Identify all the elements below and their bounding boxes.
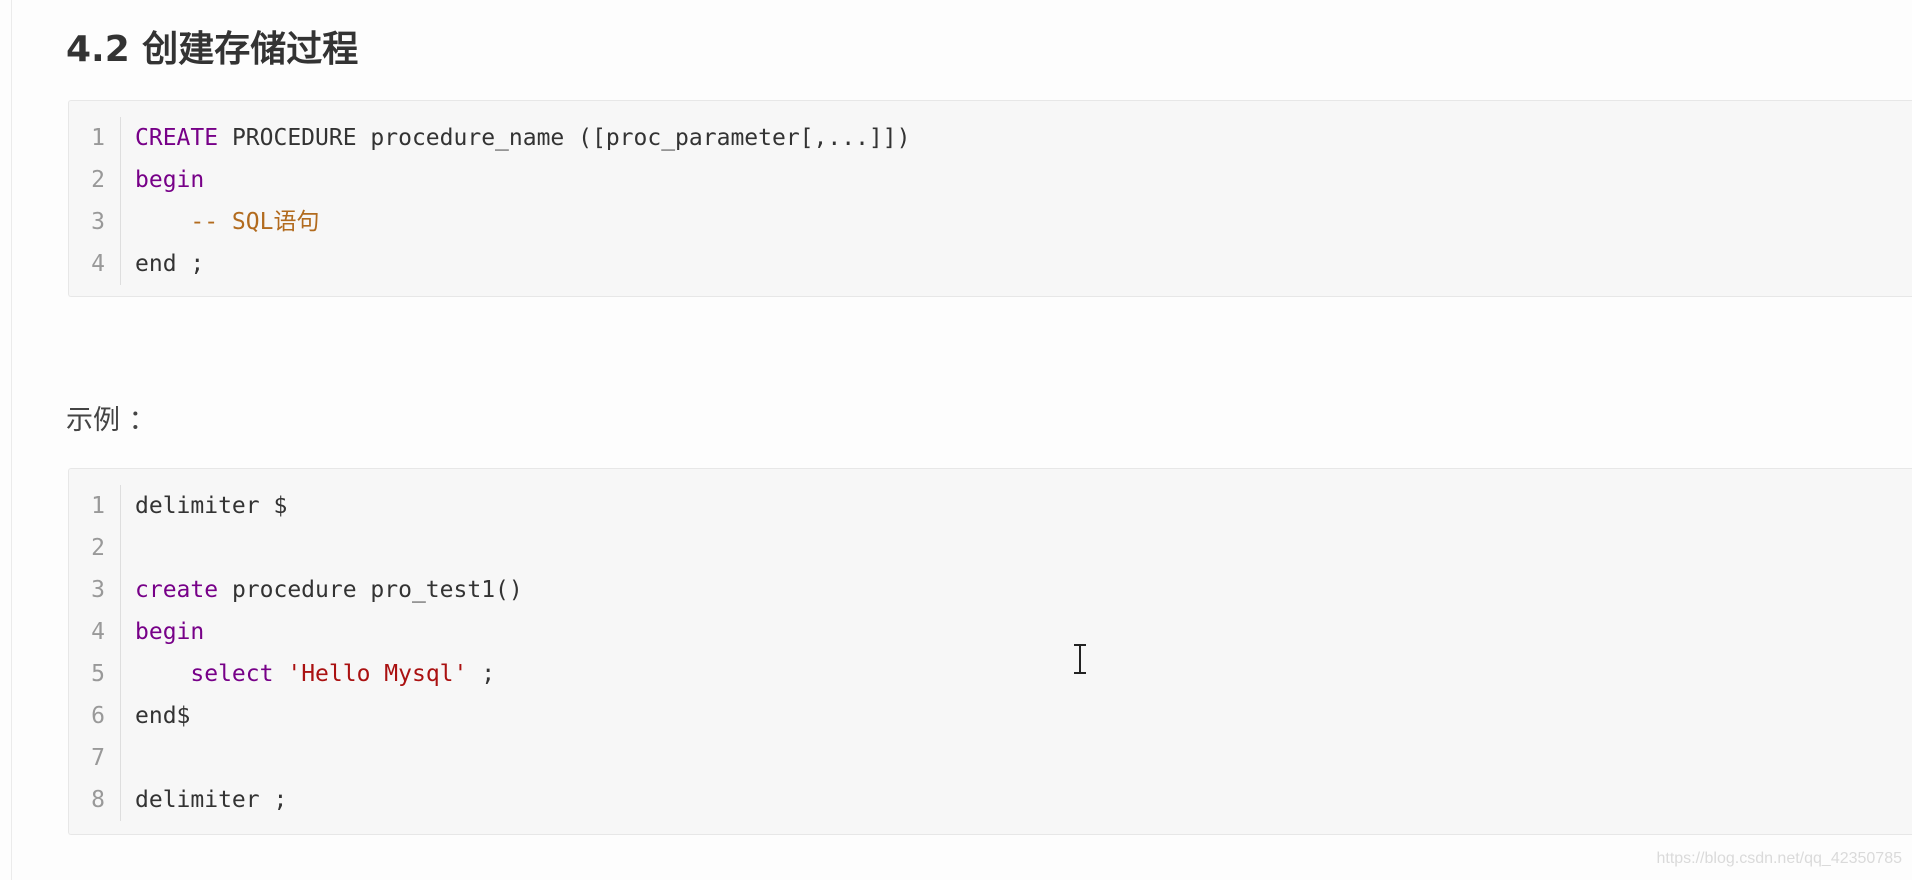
code-text[interactable]: end ; [135,243,204,285]
code-line: 1 delimiter $ [69,485,1912,527]
code-keyword: select [190,661,274,687]
code-keyword: begin [135,619,205,645]
code-token: end ; [135,251,205,277]
code-text[interactable]: CREATE PROCEDURE procedure_name ([proc_p… [135,117,910,159]
line-number: 2 [91,167,105,193]
code-keyword: create [135,577,219,603]
code-line: 3 create procedure pro_test1() [69,569,1912,611]
page-left-border [11,0,12,880]
code-line: 6 end$ [69,695,1912,737]
line-number: 1 [91,493,105,519]
code-keyword: CREATE [135,125,219,151]
code-line: 1 CREATE PROCEDURE procedure_name ([proc_… [69,117,1912,159]
code-line: 5 select 'Hello Mysql' ; [69,653,1912,695]
line-number: 1 [91,125,105,151]
code-token: delimiter $ [135,493,288,519]
code-keyword: begin [135,167,205,193]
line-number: 8 [91,787,105,813]
code-line: 4 begin [69,611,1912,653]
code-line: 2 begin [69,159,1912,201]
line-number: 4 [91,251,105,277]
line-number: 3 [91,577,105,603]
code-text[interactable]: create procedure pro_test1() [135,569,523,611]
code-line: 2 [69,527,1912,569]
line-number: 5 [91,661,105,687]
syntax-code-lines: 1 CREATE PROCEDURE procedure_name ([proc_… [69,117,1912,285]
code-token: PROCEDURE procedure_name ([proc_paramete… [218,125,911,151]
code-text[interactable]: end$ [135,695,190,737]
code-token: end$ [135,703,191,729]
code-token: delimiter ; [135,787,288,813]
syntax-code-block[interactable]: 1 CREATE PROCEDURE procedure_name ([proc_… [68,100,1912,297]
code-string: 'Hello Mysql' [287,661,468,687]
example-code-lines: 1 delimiter $ 2 3 create procedure pro_test1… [69,485,1912,821]
code-text[interactable]: select 'Hello Mysql' ; [135,653,495,695]
code-text[interactable]: -- SQL语句 [135,201,319,243]
code-line: 7 [69,737,1912,779]
code-line: 8 delimiter ; [69,779,1912,821]
code-text[interactable]: begin [135,611,204,653]
example-label: 示例 ： [66,405,156,436]
line-number: 4 [91,619,105,645]
code-text[interactable]: begin [135,159,204,201]
code-line: 3 -- SQL语句 [69,201,1912,243]
line-number: 3 [91,209,105,235]
line-number: 7 [91,745,105,771]
code-line: 4 end ; [69,243,1912,285]
code-text[interactable]: delimiter ; [135,779,287,821]
code-comment: -- SQL语句 [190,209,320,235]
line-number: 6 [91,703,105,729]
code-token: ; [467,661,496,687]
text-cursor-icon [1074,644,1086,674]
example-code-block[interactable]: 1 delimiter $ 2 3 create procedure pro_test1… [68,468,1912,835]
section-heading: 4.2 创建存储过程 [66,29,359,70]
line-number: 2 [91,535,105,561]
code-text[interactable]: delimiter $ [135,485,287,527]
watermark: https://blog.csdn.net/qq_42350785 [1656,850,1902,867]
code-token: procedure pro_test1() [218,577,523,603]
